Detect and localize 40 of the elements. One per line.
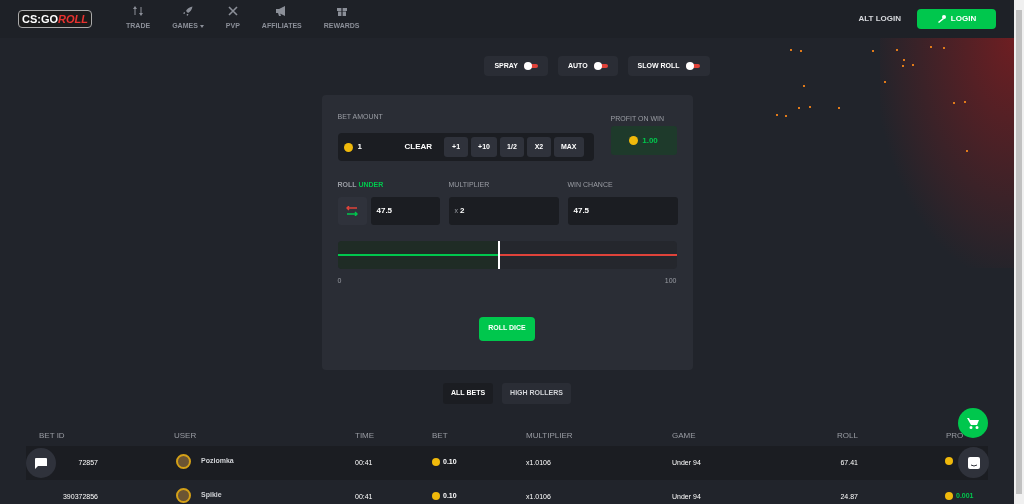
logo[interactable]: CS:GOROLL <box>18 10 92 28</box>
avatar-icon <box>176 454 191 469</box>
message-icon <box>967 456 980 469</box>
alt-login-link[interactable]: ALT LOGIN <box>858 13 901 25</box>
coin-icon <box>945 492 953 501</box>
profit-field: 1.00 <box>610 126 677 155</box>
swap-direction-button[interactable] <box>337 197 367 225</box>
coin-icon <box>432 458 440 467</box>
coin-icon <box>432 492 440 501</box>
swap-arrows-icon <box>346 206 358 216</box>
column-header: BET ID <box>39 430 65 442</box>
chat-bubble-icon <box>35 457 47 469</box>
coin-icon <box>343 142 353 152</box>
column-header: ROLL <box>837 430 858 442</box>
rocket-icon <box>182 6 193 17</box>
toggle-switch[interactable] <box>685 64 700 68</box>
win-chance-field[interactable]: 47.5 <box>567 197 678 225</box>
toggle-switch[interactable] <box>593 64 608 68</box>
slider-handle[interactable] <box>497 241 500 269</box>
logo-text: CS:GO <box>22 13 59 25</box>
column-header: USER <box>174 430 197 442</box>
coin-icon <box>629 136 639 145</box>
scrollbar[interactable] <box>1014 0 1024 504</box>
column-header: PRO <box>946 430 964 442</box>
column-header: TIME <box>355 430 375 442</box>
avatar-icon <box>176 488 191 503</box>
crossed-swords-icon <box>227 6 238 17</box>
cart-icon <box>967 417 979 429</box>
roll-slider[interactable] <box>337 241 677 269</box>
clear-button[interactable]: CLEAR <box>404 141 433 153</box>
logo-text: ROLL <box>58 13 88 25</box>
arrows-icon <box>133 6 144 17</box>
toggle-switch[interactable] <box>523 64 538 68</box>
roll-value-field[interactable]: 47.5 <box>370 197 440 225</box>
column-header: BET <box>432 430 448 442</box>
gift-icon <box>336 6 347 17</box>
coin-icon <box>945 457 953 465</box>
column-header: MULTIPLIER <box>526 430 573 442</box>
column-header: GAME <box>672 430 696 442</box>
megaphone-icon <box>276 6 288 17</box>
